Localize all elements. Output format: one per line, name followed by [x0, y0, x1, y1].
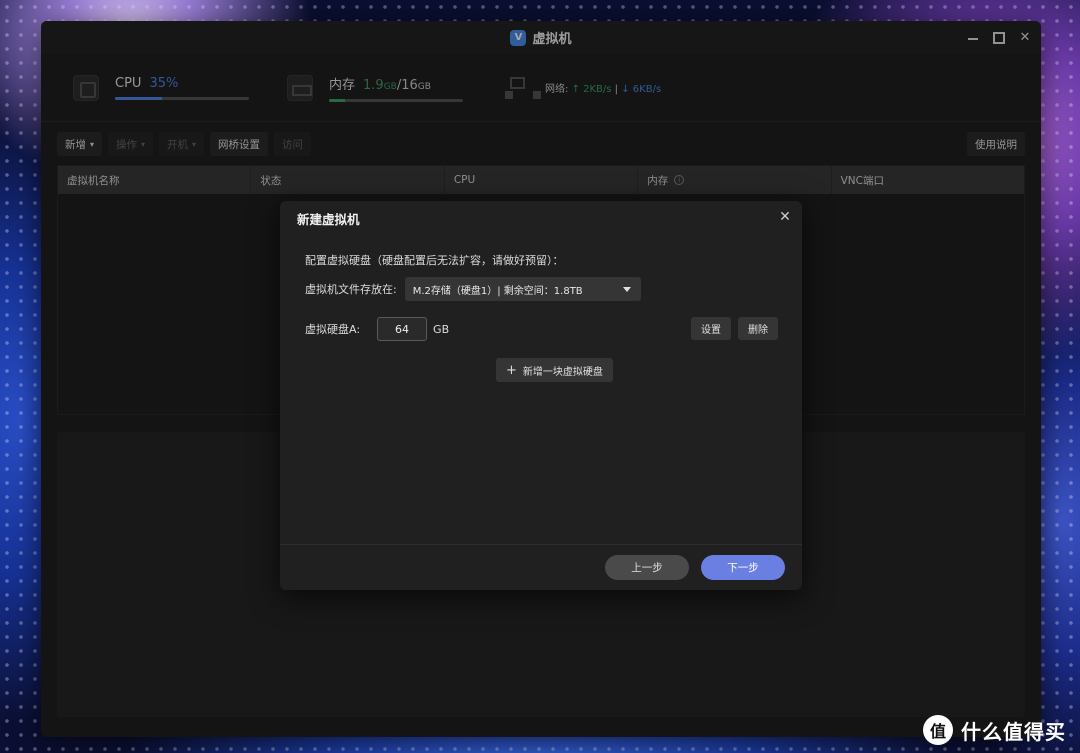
plus-icon: + — [506, 362, 517, 378]
close-icon[interactable]: ✕ — [778, 210, 792, 224]
watermark-text: 什么值得买 — [961, 719, 1066, 744]
disk-size-unit: GB — [433, 322, 450, 336]
watermark: 值 什么值得买 — [923, 715, 1066, 745]
dialog-header: 新建虚拟机 ✕ — [280, 201, 802, 235]
add-disk-button[interactable]: + 新增一块虚拟硬盘 — [496, 358, 613, 382]
watermark-logo: 值 — [923, 715, 953, 745]
next-step-button[interactable]: 下一步 — [701, 555, 785, 580]
new-vm-dialog: 新建虚拟机 ✕ 配置虚拟硬盘（硬盘配置后无法扩容，请做好预留）： 虚拟机文件存放… — [280, 201, 802, 590]
disk-config-hint: 配置虚拟硬盘（硬盘配置后无法扩容，请做好预留）： — [305, 254, 564, 267]
disk-settings-button[interactable]: 设置 — [691, 317, 731, 340]
disk-a-row: 虚拟硬盘A: GB — [305, 317, 449, 341]
dialog-title: 新建虚拟机 — [297, 211, 360, 227]
storage-location-select[interactable]: M.2存储（硬盘1）| 剩余空间：1.8TB — [404, 277, 641, 301]
previous-step-button[interactable]: 上一步 — [605, 555, 689, 580]
disk-delete-button[interactable]: 删除 — [738, 317, 778, 340]
disk-a-label: 虚拟硬盘A: — [305, 323, 361, 336]
dropdown-caret-icon — [622, 287, 631, 292]
location-label: 虚拟机文件存放在: — [305, 283, 397, 296]
location-row: 虚拟机文件存放在: M.2存储（硬盘1）| 剩余空间：1.8TB — [305, 277, 641, 301]
dialog-footer: 上一步 下一步 — [280, 544, 802, 590]
disk-size-input[interactable] — [377, 317, 428, 341]
